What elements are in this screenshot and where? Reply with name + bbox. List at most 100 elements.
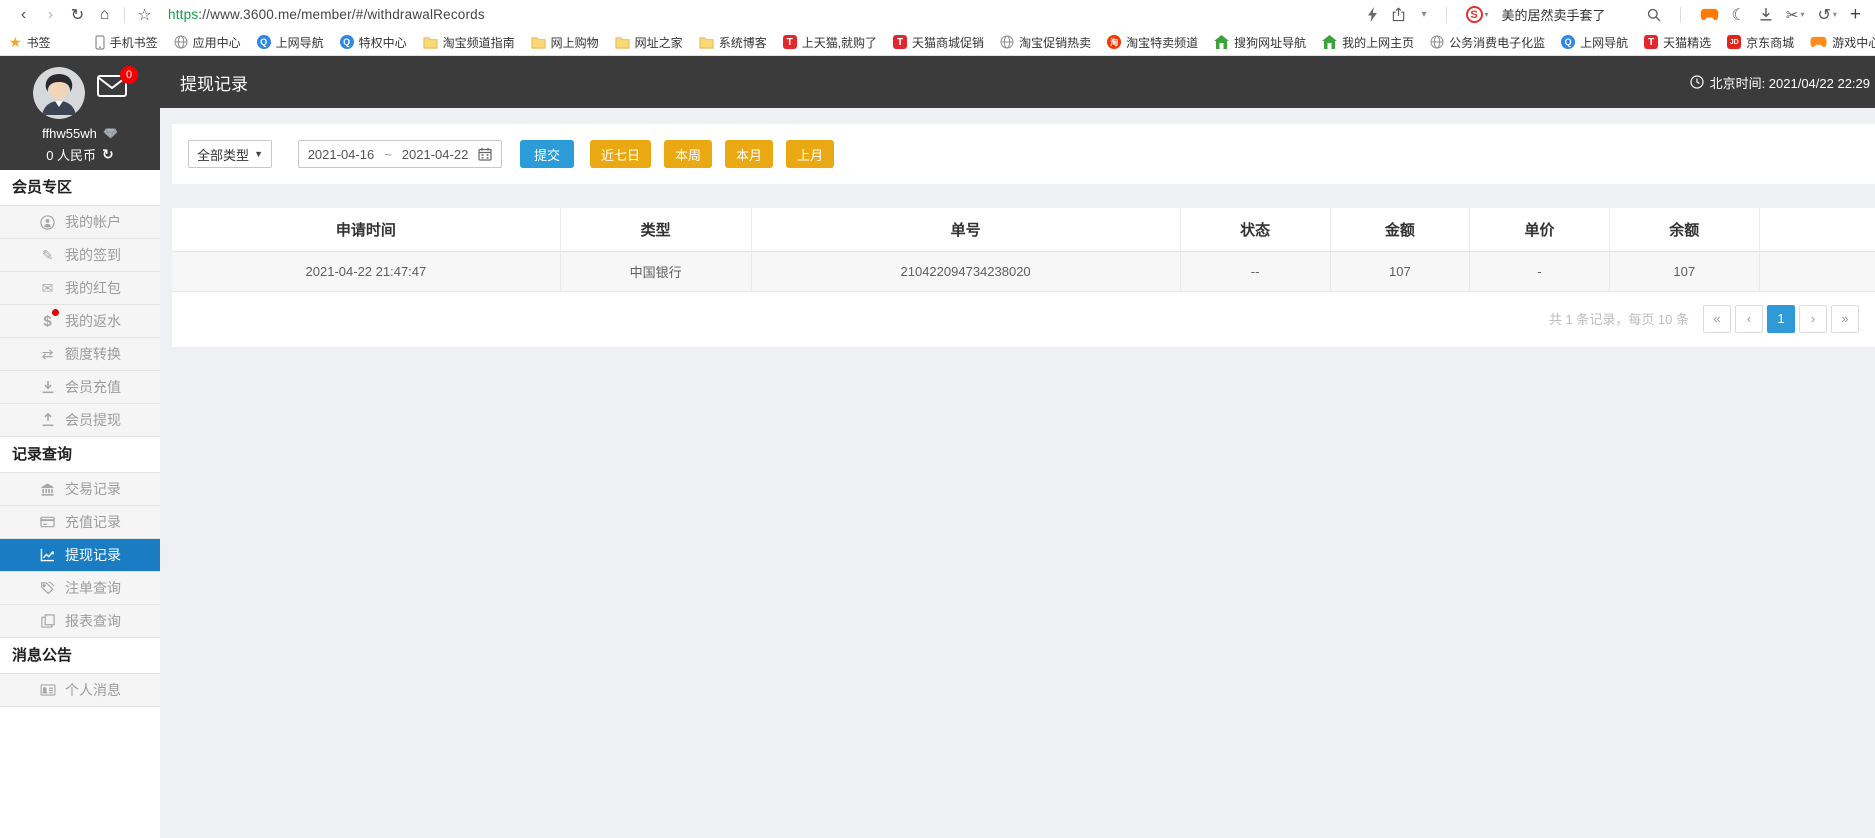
bookmark-item[interactable]: 搜狗网址导航	[1214, 34, 1306, 51]
game-center-icon[interactable]	[1700, 8, 1719, 21]
toolbar-divider	[124, 6, 125, 23]
beijing-time: 北京时间: 2021/04/22 22:29	[1689, 73, 1870, 92]
page-1-button[interactable]: 1	[1767, 304, 1795, 333]
first-page-button[interactable]: «	[1703, 304, 1731, 333]
refresh-balance-icon[interactable]: ↻	[102, 146, 114, 163]
star-icon: ★	[9, 33, 22, 50]
sidebar-item-report-inquiry[interactable]: 报表查询	[0, 605, 160, 638]
screenshot-scissors-icon[interactable]: ✂ ▾	[1786, 6, 1805, 24]
bookmark-item[interactable]: 淘宝促销热卖	[1000, 34, 1091, 51]
address-bar[interactable]: https://www.3600.me/member/#/withdrawalR…	[168, 7, 1367, 22]
chevron-down-icon[interactable]: ▾	[1419, 9, 1426, 20]
download-icon[interactable]	[1759, 7, 1773, 22]
sidebar-item-label: 个人消息	[65, 682, 121, 698]
sidebar-item-label: 交易记录	[65, 481, 121, 497]
col-order-no: 单号	[750, 208, 1181, 252]
reload-icon[interactable]: ↻	[64, 3, 91, 27]
next-page-button[interactable]: ›	[1799, 304, 1827, 333]
bookmark-item[interactable]: 手机书签	[94, 34, 158, 51]
forward-icon[interactable]: ›	[37, 3, 64, 27]
sidebar-item-transaction-records[interactable]: 交易记录	[0, 473, 160, 506]
sogou-logo-icon[interactable]: S ▾	[1465, 6, 1489, 23]
hot-search-text[interactable]: 美的居然卖手套了	[1502, 5, 1606, 24]
dollar-glyph: $	[43, 312, 52, 330]
sogou-q-icon: Q	[256, 35, 271, 49]
date-to-value: 2021-04-22	[401, 146, 469, 162]
username: ffhw55wh	[42, 126, 97, 141]
bookmark-item[interactable]: Q 特权中心	[339, 34, 407, 51]
prev-page-button[interactable]: ‹	[1735, 304, 1763, 333]
mail-button[interactable]: 0	[97, 66, 138, 97]
bookmark-folder[interactable]: 系统博客	[699, 34, 767, 51]
night-mode-icon[interactable]: ☾	[1732, 5, 1746, 25]
sidebar-item-my-redpacket[interactable]: ✉ 我的红包	[0, 272, 160, 305]
col-status: 状态	[1179, 208, 1331, 252]
avatar[interactable]	[33, 67, 85, 119]
bookmark-label: 淘宝促销热卖	[1019, 35, 1092, 50]
bookmark-label: 淘宝频道指南	[442, 35, 515, 50]
sidebar-item-withdrawal-records[interactable]: 提现记录	[0, 539, 160, 572]
date-range-input[interactable]: 2021-04-16 ~ 2021-04-22	[298, 140, 502, 168]
sidebar-item-bet-inquiry[interactable]: 注单查询	[0, 572, 160, 605]
bookmark-label: 公务消费电子化监	[1449, 35, 1546, 50]
bookmark-folder[interactable]: 淘宝频道指南	[423, 34, 515, 51]
sidebar-item-personal-messages[interactable]: 个人消息	[0, 674, 160, 707]
search-icon[interactable]	[1647, 8, 1661, 22]
quick-range-thisweek-button[interactable]: 本周	[664, 140, 713, 168]
undo-icon[interactable]: ↺ ▾	[1817, 5, 1836, 25]
bookmark-item[interactable]: JD 京东商城	[1727, 34, 1794, 51]
share-icon[interactable]	[1391, 7, 1406, 22]
col-amount: 金额	[1329, 208, 1470, 252]
sidebar-item-withdraw[interactable]: 会员提现	[0, 404, 160, 437]
sidebar-item-deposit[interactable]: 会员充值	[0, 371, 160, 404]
caret-icon: ▾	[1800, 10, 1805, 19]
select-caret-icon: ▼	[254, 149, 263, 159]
sidebar-item-quota-transfer[interactable]: ⇄ 额度转换	[0, 338, 160, 371]
bookmark-label: 手机书签	[109, 35, 158, 50]
bookmark-star-icon[interactable]: ☆	[131, 3, 158, 27]
col-balance: 余额	[1608, 208, 1760, 252]
tmall-icon: T	[782, 35, 797, 49]
cell-amount: 107	[1329, 251, 1470, 292]
lightning-icon[interactable]	[1367, 7, 1378, 22]
bookmark-item[interactable]: 淘 淘宝特卖频道	[1107, 34, 1198, 51]
bookmark-item[interactable]: 游戏中心	[1810, 34, 1875, 51]
bookmark-item[interactable]: T 天猫商城促销	[893, 34, 984, 51]
globe-icon	[174, 35, 188, 49]
sidebar-section-member: 会员专区	[0, 170, 160, 206]
sidebar-item-my-checkin[interactable]: ✎ 我的签到	[0, 239, 160, 272]
last-page-button[interactable]: »	[1831, 304, 1859, 333]
sidebar-item-my-rebate[interactable]: $ 我的返水	[0, 305, 160, 338]
pagination-buttons: « ‹ 1 › »	[1703, 304, 1859, 333]
new-tab-icon[interactable]: +	[1850, 4, 1861, 26]
home-icon[interactable]: ⌂	[91, 3, 118, 27]
type-select[interactable]: 全部类型 ▼	[188, 140, 272, 168]
notification-dot	[52, 308, 59, 316]
quick-range-lastmonth-button[interactable]: 上月	[786, 140, 835, 168]
bookmark-item[interactable]: 我的上网主页	[1322, 34, 1414, 51]
quick-range-last7days-button[interactable]: 近七日	[590, 140, 652, 168]
bookmark-folder[interactable]: 网上购物	[531, 34, 599, 51]
quick-range-thismonth-button[interactable]: 本月	[725, 140, 774, 168]
bookmark-item[interactable]: T 天猫精选	[1644, 34, 1711, 51]
sidebar-item-my-account[interactable]: 我的帐户	[0, 206, 160, 239]
submit-button[interactable]: 提交	[520, 140, 575, 168]
bookmark-label: 应用中心	[192, 35, 241, 50]
bookmark-item[interactable]: T 上天猫,就购了	[782, 34, 878, 51]
url-path: ://www.3600.me/member/#/withdrawalRecord…	[198, 7, 485, 22]
bookmark-folder[interactable]: 网址之家	[615, 34, 683, 51]
sidebar-item-label: 报表查询	[65, 613, 121, 629]
bookmarks-root-button[interactable]: ★ 书签	[9, 34, 51, 51]
globe-icon	[1430, 35, 1444, 49]
bookmark-item[interactable]: Q 上网导航	[256, 34, 324, 51]
back-icon[interactable]: ‹	[10, 3, 37, 27]
bookmark-item[interactable]: 应用中心	[174, 34, 241, 51]
mail-badge: 0	[120, 66, 138, 84]
bookmark-item[interactable]: Q 上网导航	[1561, 34, 1628, 51]
col-apply-time: 申请时间	[172, 208, 561, 252]
bookmark-label: 上天猫,就购了	[801, 35, 878, 50]
sidebar-item-deposit-records[interactable]: 充值记录	[0, 506, 160, 539]
tmall-icon: T	[893, 35, 908, 49]
folder-icon	[615, 36, 630, 49]
bookmark-item[interactable]: 公务消费电子化监	[1430, 34, 1545, 51]
